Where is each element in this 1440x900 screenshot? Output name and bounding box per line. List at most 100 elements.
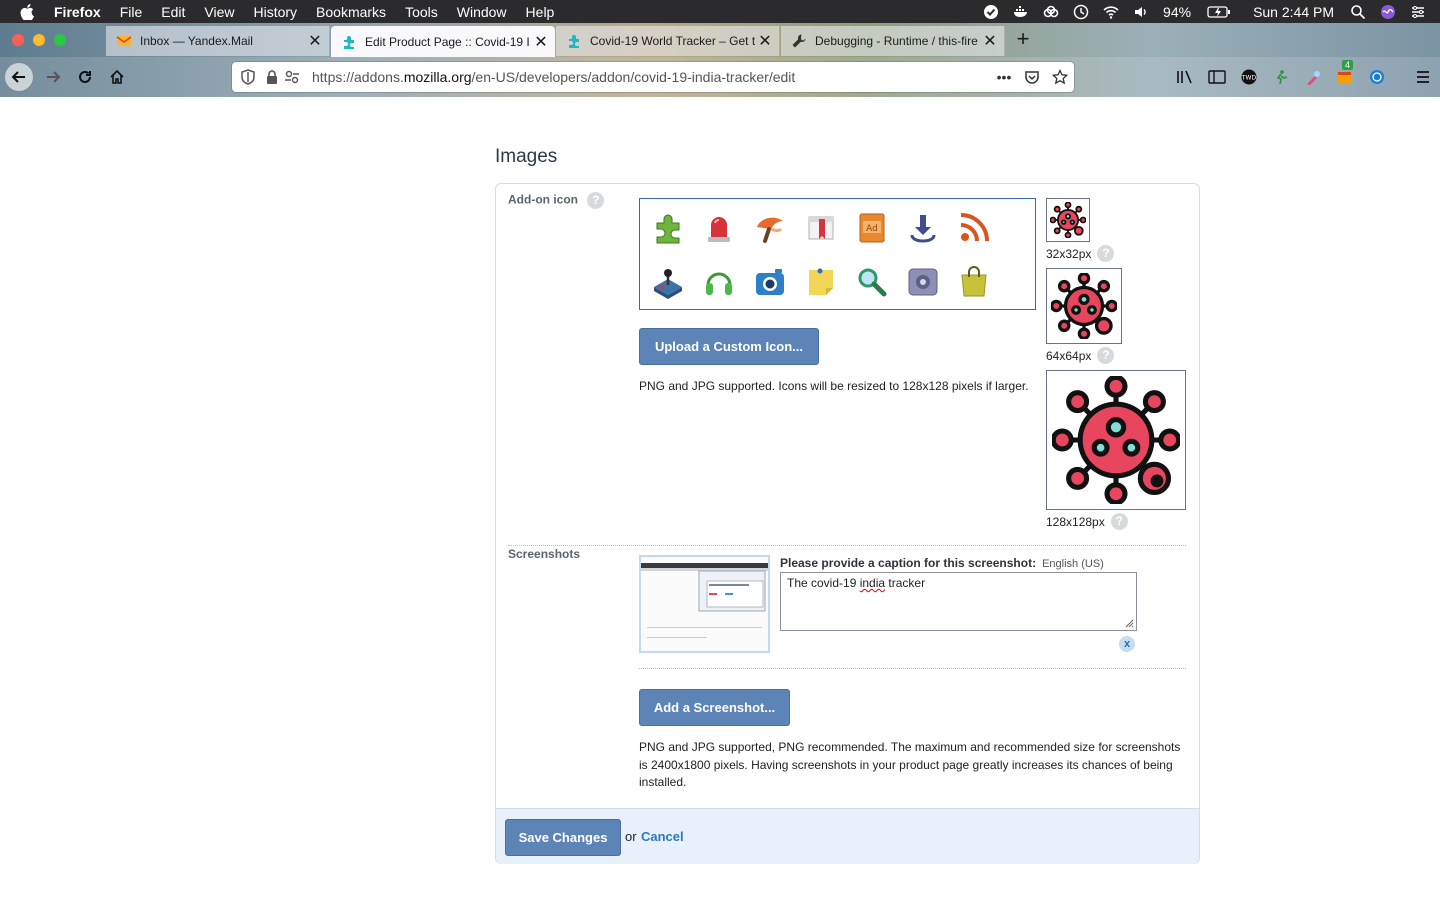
menu-edit[interactable]: Edit bbox=[161, 4, 185, 20]
magnifier-icon[interactable] bbox=[855, 265, 889, 299]
window-close-button[interactable] bbox=[12, 34, 24, 46]
help-icon[interactable]: ? bbox=[1110, 513, 1128, 530]
tab-close-icon[interactable]: ✕ bbox=[755, 31, 775, 51]
sticky-note-icon[interactable] bbox=[804, 265, 838, 299]
home-icon bbox=[110, 69, 124, 84]
screenshot-caption-textarea[interactable]: The covid-19 india tracker bbox=[780, 572, 1137, 631]
wifi-icon[interactable] bbox=[1103, 4, 1119, 20]
mail-icon bbox=[116, 36, 132, 46]
menu-tools[interactable]: Tools bbox=[405, 4, 438, 20]
new-tab-button[interactable]: + bbox=[1012, 28, 1034, 52]
save-changes-button[interactable]: Save Changes bbox=[505, 819, 621, 856]
puzzle-icon[interactable] bbox=[651, 211, 685, 245]
remove-screenshot-button[interactable]: x bbox=[1119, 636, 1135, 652]
extension-badge: 4 bbox=[1342, 60, 1354, 70]
virus-icon bbox=[1050, 202, 1086, 238]
tab-close-icon[interactable]: ✕ bbox=[531, 32, 551, 52]
menu-view[interactable]: View bbox=[204, 4, 234, 20]
paint-icon[interactable] bbox=[753, 211, 787, 245]
url-bar[interactable]: https://addons.mozilla.org/en-US/develop… bbox=[232, 62, 1074, 92]
menu-app-firefox[interactable]: Firefox bbox=[54, 4, 101, 20]
section-divider bbox=[508, 545, 1186, 546]
menu-window[interactable]: Window bbox=[457, 4, 507, 20]
window-minimize-button[interactable] bbox=[33, 34, 45, 46]
badge-extension[interactable]: 4 bbox=[1336, 60, 1354, 85]
cancel-link[interactable]: Cancel bbox=[641, 829, 684, 844]
volume-icon[interactable] bbox=[1133, 4, 1149, 20]
reload-button[interactable] bbox=[70, 62, 100, 92]
color-picker-extension-icon[interactable] bbox=[1304, 69, 1322, 85]
camera-icon[interactable] bbox=[753, 265, 787, 299]
window-zoom-button[interactable] bbox=[54, 34, 66, 46]
page-actions-icon[interactable]: ••• bbox=[996, 69, 1012, 85]
help-icon[interactable]: ? bbox=[1097, 347, 1115, 364]
caption-language[interactable]: English (US) bbox=[1042, 558, 1104, 570]
docker-icon[interactable] bbox=[1013, 4, 1029, 20]
siren-icon[interactable] bbox=[702, 211, 736, 245]
menu-bookmarks[interactable]: Bookmarks bbox=[316, 4, 386, 20]
bookmark-star-icon[interactable] bbox=[1052, 69, 1068, 85]
url-text[interactable]: https://addons.mozilla.org/en-US/develop… bbox=[312, 69, 795, 85]
globe-extension-icon[interactable] bbox=[1368, 69, 1386, 85]
library-icon[interactable] bbox=[1176, 69, 1194, 85]
caption-prompt: Please provide a caption for this screen… bbox=[780, 556, 1104, 570]
help-icon[interactable]: ? bbox=[587, 192, 605, 209]
back-button[interactable] bbox=[4, 62, 34, 92]
page-content: Images Add-on icon ? Ad Upload a Custom … bbox=[0, 97, 1440, 900]
help-icon[interactable]: ? bbox=[1097, 245, 1115, 262]
tab-strip: Inbox — Yandex.Mail ✕ Edit Product Page … bbox=[0, 23, 1440, 57]
add-screenshot-button[interactable]: Add a Screenshot... bbox=[639, 689, 790, 726]
battery-charging-icon[interactable] bbox=[1207, 4, 1231, 20]
safe-icon[interactable] bbox=[906, 265, 940, 299]
twd-extension-icon[interactable]: TWD bbox=[1240, 69, 1258, 85]
dictionary-icon[interactable]: Ad bbox=[855, 211, 889, 245]
sidebar-icon[interactable] bbox=[1208, 69, 1226, 85]
size-label-64: 64x64px? bbox=[1046, 347, 1115, 364]
package-extension-icon bbox=[1338, 72, 1351, 84]
screenshot-format-note: PNG and JPG supported, PNG recommended. … bbox=[639, 740, 1181, 789]
virus-icon bbox=[1051, 273, 1117, 339]
lock-icon[interactable] bbox=[264, 69, 280, 85]
home-button[interactable] bbox=[102, 62, 132, 92]
menubar-status-area: 94% Sun 2:44 PM bbox=[983, 0, 1440, 23]
control-center-icon[interactable] bbox=[1410, 4, 1426, 20]
tab-close-icon[interactable]: ✕ bbox=[980, 31, 1000, 51]
book-icon[interactable] bbox=[804, 211, 838, 245]
size-32-text: 32x32px bbox=[1046, 246, 1092, 261]
time-machine-icon[interactable] bbox=[1073, 4, 1089, 20]
runner-extension-icon[interactable] bbox=[1272, 69, 1290, 85]
download-icon[interactable] bbox=[906, 211, 940, 245]
tab-close-icon[interactable]: ✕ bbox=[305, 31, 325, 51]
checkmark-status-icon[interactable] bbox=[983, 4, 999, 20]
hamburger-menu-icon[interactable] bbox=[1414, 69, 1432, 85]
screenshot-thumbnail[interactable] bbox=[639, 555, 770, 653]
form-footer: Save Changes or Cancel bbox=[496, 808, 1199, 864]
icon-format-note: PNG and JPG supported. Icons will be res… bbox=[639, 379, 1029, 393]
headphones-icon[interactable] bbox=[702, 265, 736, 299]
upload-custom-icon-button[interactable]: Upload a Custom Icon... bbox=[639, 328, 819, 365]
menu-file[interactable]: File bbox=[120, 4, 143, 20]
screenshot-preview-image bbox=[641, 557, 768, 651]
forward-button[interactable] bbox=[38, 62, 68, 92]
resize-grip-icon[interactable] bbox=[1124, 618, 1134, 628]
size-label-32: 32x32px? bbox=[1046, 245, 1115, 262]
pocket-icon[interactable] bbox=[1024, 69, 1040, 85]
bag-icon[interactable] bbox=[957, 265, 991, 299]
joystick-icon[interactable] bbox=[651, 265, 685, 299]
rss-icon[interactable] bbox=[957, 211, 991, 245]
toolbar-extensions: TWD 4 bbox=[1176, 60, 1440, 85]
siri-icon[interactable] bbox=[1380, 4, 1396, 20]
tab-edit-product-page[interactable]: Edit Product Page :: Covid-19 I ✕ bbox=[331, 26, 555, 57]
permissions-icon[interactable] bbox=[284, 69, 300, 85]
apple-icon[interactable] bbox=[20, 3, 34, 20]
creative-cloud-icon[interactable] bbox=[1043, 4, 1059, 20]
tab-debugging-runtime[interactable]: Debugging - Runtime / this-fire ✕ bbox=[781, 26, 1005, 56]
menu-history[interactable]: History bbox=[253, 4, 297, 20]
tab-yandex-mail[interactable]: Inbox — Yandex.Mail ✕ bbox=[106, 26, 330, 56]
tab-covid-world-tracker[interactable]: Covid-19 World Tracker – Get t ✕ bbox=[556, 26, 780, 56]
shield-icon[interactable] bbox=[240, 69, 256, 85]
menu-help[interactable]: Help bbox=[526, 4, 555, 20]
url-prefix: https://addons. bbox=[312, 69, 404, 85]
clock[interactable]: Sun 2:44 PM bbox=[1253, 4, 1334, 20]
spotlight-search-icon[interactable] bbox=[1350, 4, 1366, 20]
